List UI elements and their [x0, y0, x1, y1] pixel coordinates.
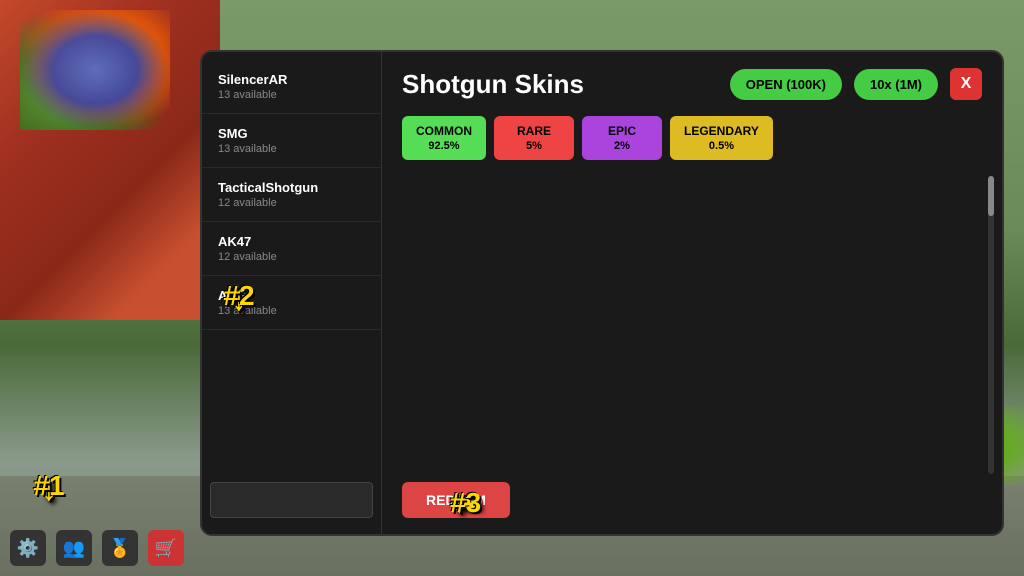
bg-graffiti [20, 10, 170, 130]
scrollbar-thumb[interactable] [988, 176, 994, 216]
badge-common: COMMON 92.5% [402, 116, 486, 160]
open-button[interactable]: OPEN (100K) [730, 69, 842, 100]
content-header: Shotgun Skins OPEN (100K) 10x (1M) X [402, 68, 982, 100]
modal: SilencerAR 13 available SMG 13 available… [200, 50, 1004, 536]
badge-icon[interactable]: 🏅 [102, 530, 138, 566]
scrollbar-track [988, 176, 994, 474]
badge-rare: RARE 5% [494, 116, 574, 160]
content-area: Shotgun Skins OPEN (100K) 10x (1M) X COM… [382, 52, 1002, 534]
badge-legendary: LEGENDARY 0.5% [670, 116, 773, 160]
badge-epic: EPIC 2% [582, 116, 662, 160]
tenx-button[interactable]: 10x (1M) [854, 69, 938, 100]
sidebar-item-tacticalshotgun[interactable]: TacticalShotgun 12 available [202, 168, 381, 222]
modal-title: Shotgun Skins [402, 69, 718, 100]
sidebar-item-aug[interactable]: AUG 13 available [202, 276, 381, 330]
sidebar: SilencerAR 13 available SMG 13 available… [202, 52, 382, 534]
close-button[interactable]: X [950, 68, 982, 100]
shop-icon[interactable]: 🛒 [148, 530, 184, 566]
rarity-row: COMMON 92.5% RARE 5% EPIC 2% LEGENDARY 0… [402, 116, 982, 160]
settings-icon[interactable]: ⚙️ [10, 530, 46, 566]
sidebar-item-smg[interactable]: SMG 13 available [202, 114, 381, 168]
sidebar-item-ak47[interactable]: AK47 12 available [202, 222, 381, 276]
group-icon[interactable]: 👥 [56, 530, 92, 566]
sidebar-text-input[interactable] [210, 482, 373, 518]
sidebar-item-silencerar[interactable]: SilencerAR 13 available [202, 60, 381, 114]
bottom-toolbar: ⚙️ 👥 🏅 🛒 [10, 530, 184, 566]
sidebar-bottom [202, 474, 381, 526]
redeem-button[interactable]: REDEEM [402, 482, 510, 518]
content-scroll [402, 176, 982, 474]
